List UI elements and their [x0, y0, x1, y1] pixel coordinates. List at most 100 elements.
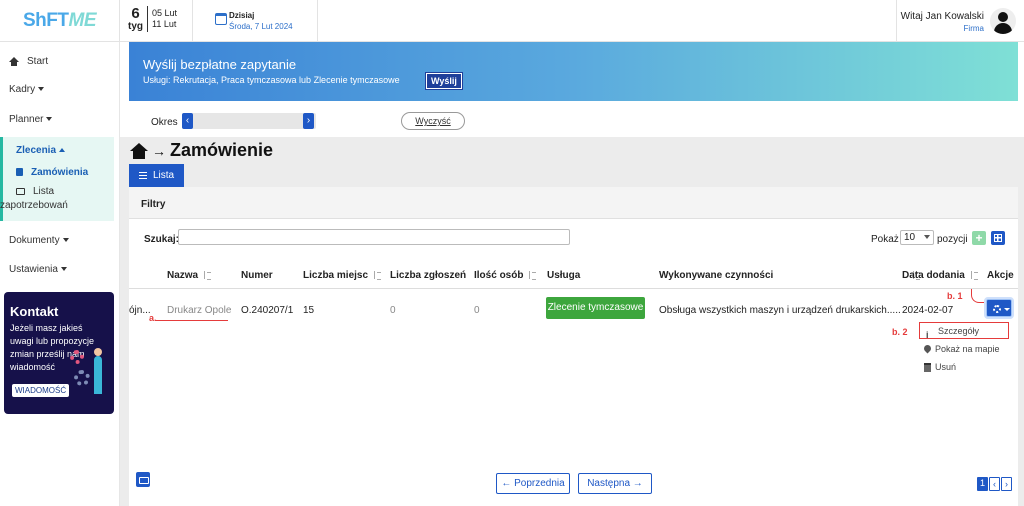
column-header-label: Akcje	[987, 270, 1014, 281]
gear-icon	[993, 305, 1001, 313]
sidebar-item-dokumenty[interactable]: Dokumenty	[0, 235, 120, 246]
column-header-label: Usługa	[547, 270, 581, 281]
cell-data-dodania: 2024-02-07	[902, 305, 954, 316]
period-range-input[interactable]	[182, 113, 316, 129]
cell-ilosc-osob: 0	[474, 305, 480, 316]
sidebar-item-zlecenia[interactable]: Zlecenia	[16, 145, 66, 156]
tab-label: Lista	[153, 170, 175, 181]
sidebar-group-zlecenia: Zlecenia Zamówienia Lista zapotrzebowań	[0, 137, 114, 221]
tab-lista[interactable]: Lista	[129, 164, 184, 187]
sidebar-item-planner[interactable]: Planner	[0, 114, 120, 125]
top-bar: ShFT ME 6 tyg 05 Lut 11 Lut Dzisiaj Środa…	[0, 0, 1024, 42]
pager-prev-icon[interactable]: ‹	[989, 477, 1000, 491]
sidebar-item-ustawienia[interactable]: Ustawienia	[0, 264, 120, 275]
previous-page-button[interactable]: ← Poprzednia	[496, 473, 570, 494]
person-illustration-body	[94, 356, 102, 394]
today-label: Dzisiaj	[229, 11, 255, 20]
column-header-label: Ilość osób	[474, 270, 524, 281]
period-prev-arrow-icon[interactable]: ‹	[182, 113, 193, 129]
print-button[interactable]	[136, 472, 150, 487]
column-header-akcje: Akcje	[987, 270, 1014, 281]
page-title: → Zamówienie	[130, 140, 273, 161]
filters-header[interactable]: Filtry	[129, 187, 1018, 219]
annotation-b2: b. 2	[892, 327, 908, 337]
week-range-start: 05 Lut	[152, 8, 178, 18]
gear-illustration-icon	[70, 350, 84, 364]
actions-button[interactable]	[984, 297, 1014, 319]
caret-down-icon	[38, 87, 45, 92]
page-size-label: Pokaż	[871, 234, 899, 245]
clear-button[interactable]: Wyczyść	[401, 112, 465, 130]
arrow-right-icon: →	[152, 142, 166, 159]
avatar[interactable]	[990, 8, 1016, 34]
sidebar-item-label-line2: zapotrzebowań	[0, 200, 68, 211]
sort-icon	[374, 271, 382, 280]
map-pin-icon	[922, 343, 933, 354]
send-inquiry-button[interactable]: Wyślij	[425, 72, 463, 90]
columns-toggle-button[interactable]	[991, 231, 1005, 245]
cell-czynnosci: Obsługa wszystkich maszyn i urządzeń dru…	[659, 305, 901, 316]
pager-next-icon[interactable]: ›	[1001, 477, 1012, 491]
cell-nazwa[interactable]: Drukarz Opole	[167, 305, 231, 316]
sort-icon	[970, 271, 978, 280]
sidebar-item-start[interactable]: Start	[0, 56, 120, 67]
annotation-a: a.	[149, 313, 157, 323]
table-header-divider	[129, 288, 1018, 289]
annotation-underline	[155, 320, 228, 321]
logo-text: ShFT	[23, 10, 69, 31]
week-number: 6	[131, 5, 140, 22]
caret-down-icon	[60, 267, 67, 272]
sidebar-item-lista-zapotrzebowan[interactable]: Lista	[16, 186, 54, 197]
column-header-numer[interactable]: Numer	[241, 270, 273, 281]
next-page-button[interactable]: Następna →	[578, 473, 652, 494]
sidebar-item-kadry[interactable]: Kadry	[0, 84, 120, 95]
column-header-label: Liczba zgłoszeń	[390, 270, 467, 281]
column-header-data-dodania[interactable]: Data dodania	[902, 270, 978, 281]
send-message-button[interactable]: WIADOMOŚĆ	[12, 384, 70, 397]
add-button[interactable]: +	[972, 231, 986, 245]
menu-item-details[interactable]: i Szczegóły	[919, 322, 1009, 340]
sidebar: Start Kadry Planner Zlecenia Zamówienia …	[0, 42, 120, 506]
page-size-value: 10	[904, 232, 916, 243]
chevron-down-icon	[924, 235, 930, 239]
status-badge: Zlecenie tymczasowe	[546, 297, 645, 319]
sidebar-item-label: Zamówienia	[31, 167, 89, 178]
caret-down-icon	[46, 117, 53, 122]
menu-item-label: Pokaż na mapie	[935, 344, 1000, 354]
orders-panel: Filtry Szukaj: Pokaż 10 pozycji + Nazwa …	[129, 187, 1018, 506]
previous-label: Poprzednia	[514, 478, 565, 489]
column-header-liczba-zgloszen[interactable]: Liczba zgłoszeń	[390, 270, 466, 281]
column-header-ilosc-osob[interactable]: Ilość osób	[474, 270, 537, 281]
today-widget[interactable]: Dzisiaj Środa, 7 Lut 2024	[192, 0, 318, 42]
today-date: Środa, 7 Lut 2024	[229, 22, 293, 31]
menu-item-map[interactable]: Pokaż na mapie	[917, 341, 1013, 358]
search-label: Szukaj:	[144, 234, 180, 245]
page-number-current[interactable]: 1	[977, 477, 988, 491]
page-size-select[interactable]: 10	[900, 230, 934, 245]
column-header-liczba-miejsc[interactable]: Liczba miejsc	[303, 270, 382, 281]
page-title-text: Zamówienie	[170, 140, 274, 160]
week-range-end: 11 Lut	[152, 19, 177, 29]
column-header-nazwa[interactable]: Nazwa	[167, 270, 212, 281]
banner-title: Wyślij bezpłatne zapytanie	[143, 57, 297, 72]
home-icon	[9, 57, 19, 66]
column-header-usluga[interactable]: Usługa	[547, 270, 580, 281]
search-input[interactable]	[178, 229, 570, 245]
sort-icon	[204, 271, 212, 280]
sidebar-item-label: Start	[27, 56, 49, 67]
period-label: Okres	[151, 117, 178, 128]
column-header-label: Wykonywane czynności	[659, 270, 774, 281]
home-icon[interactable]	[130, 142, 148, 159]
sidebar-item-label: Lista	[33, 186, 55, 197]
next-label: Następna	[587, 478, 631, 489]
column-header-czynnosci[interactable]: Wykonywane czynności	[659, 270, 921, 281]
week-label: tyg	[128, 21, 143, 32]
basket-icon	[16, 188, 25, 195]
menu-item-delete[interactable]: Usuń	[917, 359, 1013, 376]
logo-accent: ME	[68, 10, 97, 31]
sidebar-item-zamowienia[interactable]: Zamówienia	[16, 167, 88, 178]
caret-down-icon	[62, 238, 69, 243]
user-menu[interactable]: Witaj Jan Kowalski Firma	[896, 0, 1024, 42]
app-logo[interactable]: ShFT ME	[0, 0, 120, 42]
period-next-arrow-icon[interactable]: ›	[303, 113, 314, 129]
